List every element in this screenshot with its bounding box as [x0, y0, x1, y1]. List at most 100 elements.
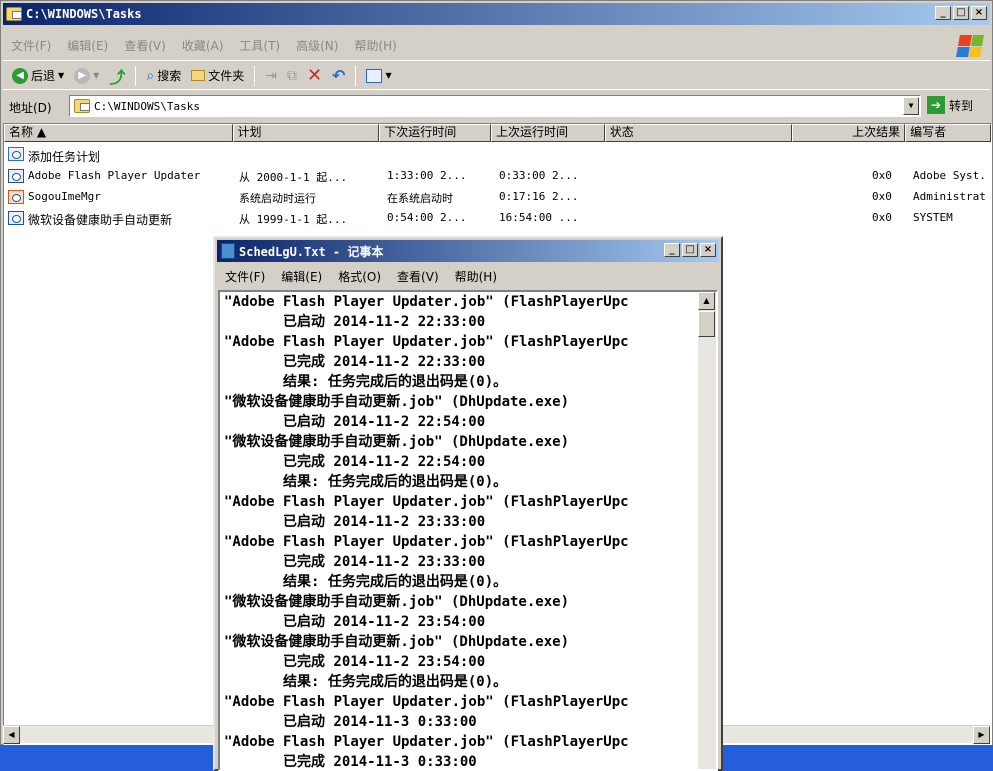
log-line: 已完成 2014-11-2 22:33:00 — [224, 354, 486, 370]
task-last-result: 0x0 — [872, 190, 892, 203]
up-folder-icon: ⤴ — [109, 67, 126, 87]
menu-help[interactable]: 帮助(H) — [346, 37, 404, 54]
notepad-minimize-button[interactable]: _ — [664, 243, 680, 257]
log-line: "Adobe Flash Player Updater.job" (FlashP… — [224, 294, 629, 310]
log-line: 已启动 2014-11-3 0:33:00 — [224, 714, 477, 730]
log-line: "Adobe Flash Player Updater.job" (FlashP… — [224, 694, 629, 710]
forward-dropdown-icon[interactable]: ▼ — [93, 71, 99, 80]
list-item[interactable]: SogouImeMgr 系统启动时运行 在系统启动时 0:17:16 2... … — [4, 188, 991, 206]
maximize-button[interactable]: □ — [953, 6, 969, 20]
log-line: 已启动 2014-11-2 22:54:00 — [224, 414, 486, 430]
address-value: C:\WINDOWS\Tasks — [94, 99, 200, 113]
notepad-menu-help[interactable]: 帮助(H) — [447, 268, 505, 285]
notepad-menu-edit[interactable]: 编辑(E) — [273, 268, 330, 285]
log-line: "Adobe Flash Player Updater.job" (FlashP… — [224, 734, 629, 750]
address-folder-icon — [74, 99, 90, 113]
column-header-last-result[interactable]: 上次结果 — [792, 124, 906, 142]
menu-tools[interactable]: 工具(T) — [231, 37, 288, 54]
column-headers: 名称 ▲ 计划 下次运行时间 上次运行时间 状态 上次结果 编写者 — [4, 124, 991, 142]
task-name: 微软设备健康助手自动更新 — [28, 213, 173, 227]
forward-arrow-icon: ▶ — [74, 67, 91, 84]
address-dropdown-button[interactable]: ▼ — [903, 97, 919, 115]
menu-favorites[interactable]: 收藏(A) — [174, 37, 232, 54]
copy-to-icon: ⧉ — [286, 67, 297, 84]
close-button[interactable]: × — [971, 6, 987, 20]
scroll-left-button[interactable]: ◀ — [3, 726, 20, 744]
list-item[interactable]: 添加任务计划 — [4, 146, 991, 164]
scroll-thumb[interactable] — [698, 311, 715, 337]
task-author: SYSTEM — [913, 211, 953, 224]
notepad-icon — [221, 243, 235, 259]
views-button[interactable]: ▼ — [363, 68, 394, 83]
task-last-result: 0x0 — [872, 211, 892, 224]
column-header-schedule[interactable]: 计划 — [232, 124, 380, 142]
move-to-icon: ⇥ — [265, 67, 277, 84]
column-header-last-run[interactable]: 上次运行时间 — [491, 124, 605, 142]
back-button[interactable]: ◀ 后退 ▼ — [9, 67, 67, 84]
log-line: "Adobe Flash Player Updater.job" (FlashP… — [224, 494, 629, 510]
log-line: 结果: 任务完成后的退出码是(0)。 — [224, 474, 508, 490]
task-schedule: 从 1999-1-1 起... — [239, 213, 348, 226]
log-line: 已启动 2014-11-2 23:54:00 — [224, 614, 486, 630]
log-line: 结果: 任务完成后的退出码是(0)。 — [224, 674, 508, 690]
task-schedule: 系统启动时运行 — [239, 192, 316, 205]
up-folder-button[interactable]: ⤴ — [106, 64, 128, 88]
search-button[interactable]: ⌕ 搜索 — [143, 67, 184, 84]
scroll-up-button[interactable]: ▲ — [698, 292, 715, 310]
copy-to-button[interactable]: ⧉ — [284, 68, 300, 84]
menu-view[interactable]: 查看(V) — [116, 37, 174, 54]
undo-button[interactable]: ↶ — [329, 66, 348, 85]
column-header-name[interactable]: 名称 ▲ — [4, 124, 233, 142]
task-next-run: 1:33:00 2... — [387, 169, 467, 182]
address-field[interactable]: C:\WINDOWS\Tasks ▼ — [69, 95, 921, 117]
go-arrow-icon: ➔ — [927, 96, 945, 114]
notepad-menu-format[interactable]: 格式(O) — [330, 268, 389, 285]
log-line: "Adobe Flash Player Updater.job" (FlashP… — [224, 334, 629, 350]
column-header-status[interactable]: 状态 — [604, 124, 793, 142]
notepad-maximize-button[interactable]: □ — [682, 243, 698, 257]
log-line: 已启动 2014-11-2 23:33:00 — [224, 514, 486, 530]
notepad-close-button[interactable]: × — [700, 243, 716, 257]
toolbar: ◀ 后退 ▼ ▶ ▼ ⤴ ⌕ 搜索 文件夹 ⇥ ⧉ ✕ ↶ ▼ — [3, 62, 990, 90]
delete-button[interactable]: ✕ — [304, 65, 325, 86]
minimize-button[interactable]: _ — [935, 6, 951, 20]
go-button[interactable]: ➔ 转到 — [927, 96, 973, 114]
log-line: 结果: 任务完成后的退出码是(0)。 — [224, 574, 508, 590]
notepad-text-area[interactable]: "Adobe Flash Player Updater.job" (FlashP… — [218, 290, 718, 771]
back-arrow-icon: ◀ — [12, 67, 28, 84]
toolbar-separator — [254, 65, 256, 86]
list-item[interactable]: Adobe Flash Player Updater 从 2000-1-1 起.… — [4, 167, 991, 185]
task-name: SogouImeMgr — [28, 190, 101, 203]
back-dropdown-icon[interactable]: ▼ — [58, 71, 64, 80]
menu-edit[interactable]: 编辑(E) — [59, 37, 116, 54]
scheduled-task-icon — [8, 169, 24, 183]
log-line: "微软设备健康助手自动更新.job" (DhUpdate.exe) — [224, 394, 570, 410]
scheduled-task-icon — [8, 211, 24, 225]
log-line: 已完成 2014-11-2 23:33:00 — [224, 554, 486, 570]
menu-file[interactable]: 文件(F) — [3, 37, 59, 54]
menu-advanced[interactable]: 高级(N) — [288, 37, 346, 54]
move-to-button[interactable]: ⇥ — [262, 68, 280, 84]
list-item[interactable]: 微软设备健康助手自动更新 从 1999-1-1 起... 0:54:00 2..… — [4, 209, 991, 227]
folders-button[interactable]: 文件夹 — [188, 67, 247, 84]
explorer-titlebar[interactable]: C:\WINDOWS\Tasks _ □ × — [3, 3, 990, 25]
forward-button[interactable]: ▶ ▼ — [71, 67, 102, 84]
notepad-vertical-scrollbar[interactable]: ▲ — [698, 292, 716, 769]
notepad-menu-file[interactable]: 文件(F) — [217, 268, 273, 285]
toolbar-separator — [355, 65, 357, 86]
log-line: "微软设备健康助手自动更新.job" (DhUpdate.exe) — [224, 634, 570, 650]
task-name: Adobe Flash Player Updater — [28, 169, 201, 182]
scroll-right-button[interactable]: ▶ — [973, 726, 990, 744]
search-label: 搜索 — [157, 69, 182, 83]
column-header-author[interactable]: 编写者 — [905, 124, 991, 142]
log-line: "微软设备健康助手自动更新.job" (DhUpdate.exe) — [224, 594, 570, 610]
toolbar-separator — [135, 65, 137, 86]
task-schedule: 从 2000-1-1 起... — [239, 171, 348, 184]
notepad-titlebar[interactable]: SchedLgU.Txt - 记事本 _ □ × — [217, 240, 719, 262]
task-next-run: 在系统启动时 — [387, 192, 453, 205]
back-label: 后退 — [31, 69, 56, 83]
notepad-menu-view[interactable]: 查看(V) — [389, 268, 447, 285]
notepad-title: SchedLgU.Txt - 记事本 — [239, 244, 384, 259]
log-line: "Adobe Flash Player Updater.job" (FlashP… — [224, 534, 629, 550]
column-header-next-run[interactable]: 下次运行时间 — [379, 124, 492, 142]
